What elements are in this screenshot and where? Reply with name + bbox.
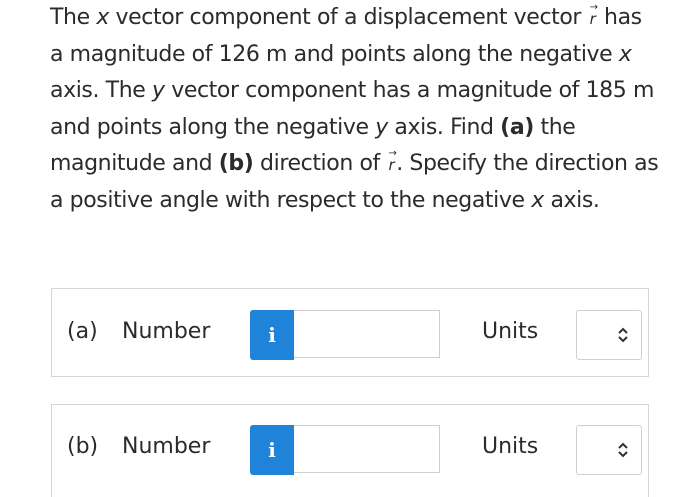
units-select-a[interactable]	[576, 310, 642, 360]
units-select-b[interactable]	[576, 425, 642, 475]
info-icon[interactable]: i	[250, 425, 294, 475]
answer-panel-b: (b) Number i Units	[51, 404, 649, 497]
number-input-b[interactable]	[294, 425, 440, 473]
vector-r-symbol: → r	[589, 2, 598, 28]
answer-panel-a: (a) Number i Units	[51, 288, 649, 377]
part-a-label: (a)	[67, 319, 98, 344]
info-icon[interactable]: i	[250, 310, 294, 360]
vector-r-symbol-2: → r	[388, 148, 397, 174]
updown-chevron-icon	[617, 325, 629, 348]
number-label-b: Number	[122, 434, 211, 459]
number-label-a: Number	[122, 319, 211, 344]
units-label-b: Units	[482, 434, 539, 459]
units-label-a: Units	[482, 319, 539, 344]
number-input-a[interactable]	[294, 310, 440, 358]
updown-chevron-icon	[617, 440, 629, 463]
part-b-label: (b)	[67, 434, 99, 459]
question-text: The x vector component of a displacement…	[50, 2, 659, 213]
